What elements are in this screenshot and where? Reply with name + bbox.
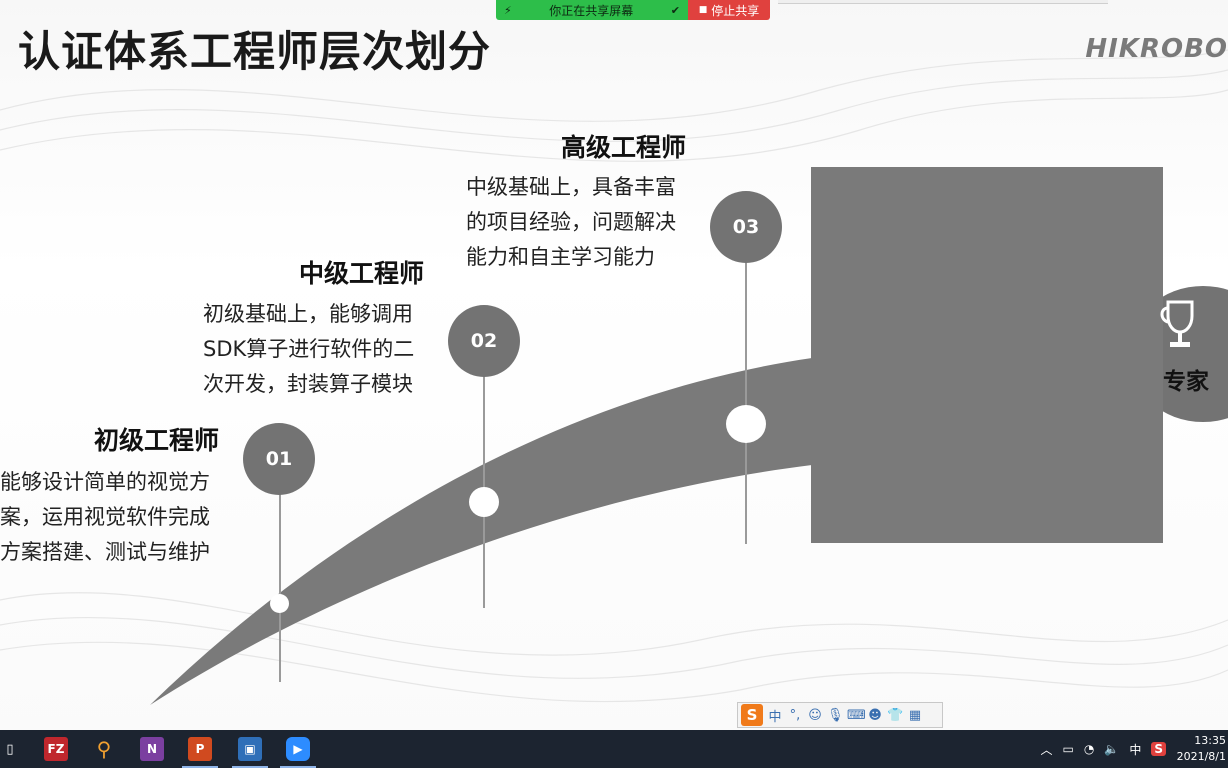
taskbar-app-powerpoint[interactable]: P bbox=[178, 730, 222, 768]
level-01-badge: 01 bbox=[243, 423, 315, 495]
clock[interactable]: 13:35 2021/8/1 bbox=[1176, 733, 1226, 765]
volume-muted-icon[interactable]: 🔈 bbox=[1104, 742, 1119, 756]
curve-dot-01 bbox=[270, 594, 289, 613]
emoji-icon[interactable]: ☺ bbox=[807, 708, 823, 723]
wifi-icon[interactable]: ◔ bbox=[1084, 742, 1094, 756]
clock-date: 2021/8/1 bbox=[1176, 750, 1226, 763]
level-02-line-3: 次开发，封装算子模块 bbox=[203, 372, 413, 396]
curve-dot-02 bbox=[469, 487, 499, 517]
expert-label: 专家 bbox=[1163, 369, 1209, 395]
level-03-badge: 03 bbox=[710, 191, 782, 263]
level-01-line-3: 方案搭建、测试与维护 bbox=[0, 540, 210, 564]
level-02-line-1: 初级基础上，能够调用 bbox=[203, 302, 413, 326]
ime-punct-toggle[interactable]: °, bbox=[787, 708, 803, 723]
task-view-icon: ▯ bbox=[6, 741, 14, 757]
level-03-line-3: 能力和自主学习能力 bbox=[466, 245, 655, 269]
powerpoint-icon: P bbox=[188, 737, 212, 761]
trophy-icon bbox=[1160, 300, 1194, 347]
level-01-line-2: 案，运用视觉软件完成 bbox=[0, 505, 210, 529]
microphone-icon[interactable]: 🎙 bbox=[827, 708, 844, 723]
taskbar-app-remote-desktop[interactable]: ▣ bbox=[228, 730, 272, 768]
level-03-title: 高级工程师 bbox=[561, 133, 687, 162]
user-icon[interactable]: ☻ bbox=[867, 708, 883, 723]
level-01-line-1: 能够设计简单的视觉方 bbox=[0, 470, 210, 494]
keyboard-icon[interactable]: ⌨ bbox=[847, 708, 866, 723]
stem-01 bbox=[279, 490, 281, 682]
clock-time: 13:35 bbox=[1194, 734, 1226, 747]
level-02-description: 初级基础上，能够调用 SDK算子进行软件的二 次开发，封装算子模块 bbox=[203, 297, 414, 402]
taskbar: ▯ FZ ⚲ N P ▣ ▶ ︿ ▭ ◔ 🔈 中 S 13:35 2021/8/… bbox=[0, 730, 1228, 768]
remote-desktop-icon: ▣ bbox=[238, 737, 262, 761]
ime-lang-toggle[interactable]: 中 bbox=[767, 706, 783, 725]
input-language-indicator[interactable]: 中 bbox=[1129, 741, 1141, 758]
redaction-box bbox=[811, 167, 1163, 543]
level-01-title: 初级工程师 bbox=[94, 426, 220, 455]
stem-03 bbox=[745, 258, 747, 544]
level-03-line-2: 的项目经验，问题解决 bbox=[466, 210, 676, 234]
system-tray: ︿ ▭ ◔ 🔈 中 S 13:35 2021/8/1 bbox=[1041, 730, 1228, 768]
grid-menu-icon[interactable]: ▦ bbox=[907, 708, 923, 723]
level-02-title: 中级工程师 bbox=[299, 259, 425, 288]
level-02-badge: 02 bbox=[448, 305, 520, 377]
onenote-icon: N bbox=[140, 737, 164, 761]
level-02-line-2: SDK算子进行软件的二 bbox=[203, 337, 415, 361]
curve-dot-03 bbox=[726, 405, 766, 443]
level-01-description: 能够设计简单的视觉方 案，运用视觉软件完成 方案搭建、测试与维护 bbox=[0, 465, 210, 570]
level-03-description: 中级基础上，具备丰富 的项目经验，问题解决 能力和自主学习能力 bbox=[466, 170, 676, 275]
search-icon: ⚲ bbox=[96, 737, 112, 761]
sogou-tray-icon[interactable]: S bbox=[1151, 742, 1166, 756]
zoom-icon: ▶ bbox=[286, 737, 310, 761]
battery-icon[interactable]: ▭ bbox=[1063, 742, 1074, 756]
taskbar-app-onenote[interactable]: N bbox=[130, 730, 174, 768]
skin-icon[interactable]: 👕 bbox=[887, 708, 903, 723]
ime-toolbar[interactable]: S 中 °, ☺ 🎙 ⌨ ☻ 👕 ▦ bbox=[737, 702, 943, 728]
task-view-button[interactable]: ▯ bbox=[0, 730, 20, 768]
filezilla-icon: FZ bbox=[44, 737, 68, 761]
taskbar-app-filezilla[interactable]: FZ bbox=[34, 730, 78, 768]
sogou-logo-icon[interactable]: S bbox=[741, 704, 763, 726]
screen: ⚡ 你正在共享屏幕 ✔ ■ 停止共享 认证体系工程师层次划分 HIKROBO 0… bbox=[0, 0, 1228, 768]
level-03-line-1: 中级基础上，具备丰富 bbox=[466, 175, 676, 199]
show-hidden-icons-icon[interactable]: ︿ bbox=[1041, 741, 1053, 758]
taskbar-app-zoom[interactable]: ▶ bbox=[276, 730, 320, 768]
taskbar-app-search[interactable]: ⚲ bbox=[82, 730, 126, 768]
